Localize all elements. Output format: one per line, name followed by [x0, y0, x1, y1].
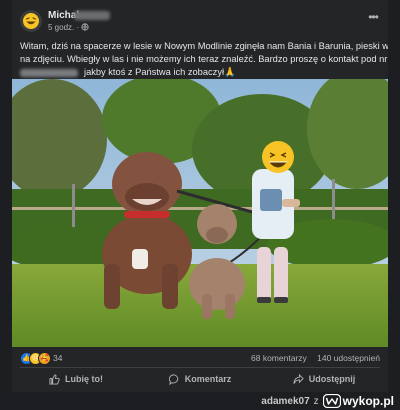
redacted-surname [74, 11, 110, 20]
share-icon [293, 373, 304, 384]
watermark-user: adamek07 [261, 395, 310, 407]
engagement-stats: 68 komentarzy 140 udostępnień [243, 353, 380, 363]
post-text-line: Witam, dziś na spacerze w lesie w Nowym … [20, 41, 388, 51]
redacted-phone [20, 68, 78, 77]
comments-count[interactable]: 68 komentarzy [251, 353, 307, 363]
wykop-watermark: adamek07 z wykop.pl [261, 393, 394, 409]
wykop-logo: wykop.pl [322, 394, 394, 408]
comment-button[interactable]: Komentarz [140, 368, 260, 390]
comment-icon [168, 373, 178, 385]
thumbs-up-icon [49, 373, 60, 385]
comment-label: Komentarz [184, 374, 232, 384]
post-text: Witam, dziś na spacerze w lesie w Nowym … [20, 40, 388, 79]
post-text-line-wrap: jakby ktoś z Państwa ich zobaczył🙏 [20, 66, 380, 79]
post-actions: Lubię to! Komentarz Udostępnij [12, 368, 388, 390]
facebook-post: Michał 5 godz. · ••• Witam, dziś na spac… [12, 0, 388, 392]
like-button[interactable]: Lubię to! [16, 368, 136, 390]
post-header: Michał 5 godz. · ••• [12, 6, 388, 36]
post-text-line: na zdjęciu. Wbiegły w las i nie możemy i… [20, 54, 388, 64]
author-avatar[interactable] [20, 10, 42, 32]
post-text-line: jakby ktoś z Państwa ich zobaczył🙏 [84, 67, 236, 77]
reaction-count[interactable]: 34 [53, 353, 62, 363]
emoji-avatar-icon [20, 10, 42, 32]
post-time[interactable]: 5 godz. · [48, 23, 81, 32]
post-photo[interactable] [12, 79, 388, 347]
dogs-photo-image [12, 79, 388, 347]
globe-icon [81, 23, 89, 31]
share-label: Udostępnij [308, 374, 356, 384]
care-icon: 🥰 [38, 352, 51, 365]
wykop-logo-icon [322, 394, 341, 408]
share-button[interactable]: Udostępnij [264, 368, 384, 390]
wykop-site-name: wykop.pl [342, 394, 394, 408]
reactions-bar: 👍 😢 🥰 34 68 komentarzy 140 udostępnień [20, 352, 380, 365]
post-meta: 5 godz. · [48, 23, 89, 32]
more-options-button[interactable]: ••• [364, 11, 382, 27]
reaction-icons[interactable]: 👍 😢 🥰 [20, 352, 54, 365]
like-label: Lubię to! [65, 374, 103, 384]
watermark-connector: z [313, 395, 319, 407]
shares-count[interactable]: 140 udostępnień [317, 353, 380, 363]
